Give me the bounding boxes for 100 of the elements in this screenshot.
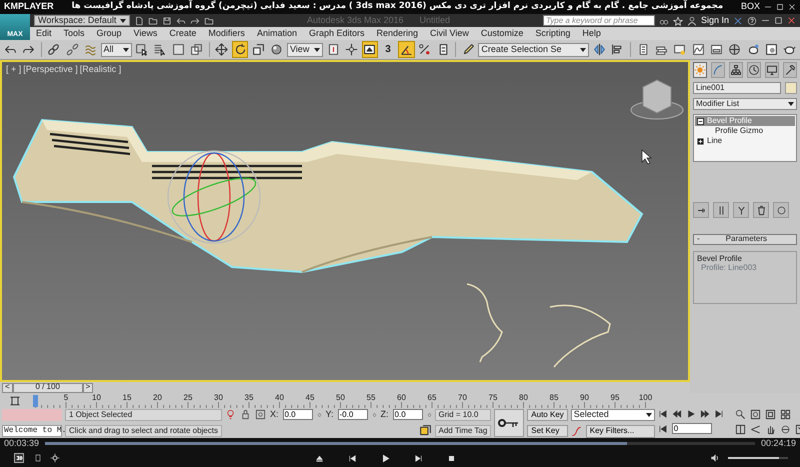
rollout-header[interactable]: - Parameters (693, 234, 797, 245)
menu-item[interactable]: Views (128, 28, 164, 38)
selection-mode-icon[interactable] (254, 409, 266, 420)
move-button[interactable] (214, 41, 230, 58)
snap-toggle-button[interactable]: 3 (380, 41, 396, 58)
toolbar-dropdown[interactable]: All (100, 42, 132, 56)
stop-icon[interactable] (446, 454, 456, 462)
panel-tab[interactable] (747, 62, 761, 78)
menu-item[interactable]: Help (576, 28, 607, 38)
toolbar-dropdown[interactable]: Create Selection Se (478, 42, 590, 56)
project-folder-icon[interactable] (204, 16, 214, 26)
folder-icon[interactable] (148, 16, 158, 26)
seek-bar-track[interactable] (45, 442, 755, 445)
profile-shape-drawing[interactable] (550, 304, 611, 368)
previous-frame-button[interactable]: < (2, 382, 13, 392)
orbit-icon[interactable] (780, 424, 791, 435)
viewport-label[interactable]: [Realistic ] (80, 65, 122, 75)
auto-key-button[interactable]: Auto Key (527, 409, 568, 421)
zoom-extents-all-icon[interactable] (780, 409, 791, 420)
select-object-button[interactable] (134, 41, 150, 58)
modifier-stack-item[interactable]: Profile Gizmo (695, 126, 795, 136)
panel-tab[interactable] (783, 62, 797, 78)
collapse-icon[interactable] (697, 118, 704, 124)
coordinate-field[interactable]: -0.0 (338, 409, 368, 420)
workspace-dropdown[interactable]: Workspace: Default (34, 15, 130, 26)
rectangle-region-button[interactable] (170, 41, 186, 58)
bar-button[interactable] (713, 202, 729, 218)
undo-icon[interactable] (176, 16, 186, 26)
trash-button[interactable] (753, 202, 769, 218)
viewport[interactable]: [ + ] [Perspective ] [Realistic ] (0, 60, 690, 382)
tangent-icon[interactable] (570, 426, 582, 437)
key-mode-toggle-icon[interactable] (658, 424, 668, 434)
search-field[interactable]: Type a keyword or phrase (542, 15, 655, 26)
toolbar-dropdown[interactable]: View (286, 42, 323, 56)
go-to-start-icon[interactable] (658, 409, 668, 419)
next-frame-button[interactable]: > (82, 382, 94, 392)
key-filters-button[interactable]: Key Filters... (586, 424, 655, 438)
three-d-icon[interactable] (12, 452, 26, 464)
coordinate-field[interactable]: 0.0 (282, 409, 312, 420)
keyboard-override-button[interactable] (362, 41, 378, 58)
menu-item[interactable]: Group (90, 28, 128, 38)
time-slider-track[interactable]: < 0 / 100 > (0, 382, 690, 393)
menu-item[interactable]: Animation (250, 28, 303, 38)
expand-icon[interactable] (697, 138, 704, 144)
object-name-field[interactable]: Line001 (693, 82, 781, 94)
modifier-stack-item[interactable]: Line (695, 136, 795, 146)
restore-icon[interactable] (774, 16, 783, 25)
window-crossing-button[interactable] (188, 41, 205, 58)
eject-icon[interactable] (314, 454, 324, 462)
viewcube-icon[interactable] (630, 79, 684, 120)
script-listener-input[interactable]: Welcome to M. (2, 424, 62, 437)
next-icon[interactable] (414, 454, 422, 462)
menu-item[interactable]: Scripting (529, 28, 576, 38)
sign-in-link[interactable]: Sign In (700, 16, 729, 26)
menu-item[interactable]: Graph Editors (302, 28, 370, 38)
zoom-extents-icon[interactable] (764, 409, 776, 420)
profile-shape-drawing[interactable] (466, 283, 503, 362)
menu-item[interactable]: Customize (474, 28, 530, 38)
frame-marker[interactable] (33, 395, 38, 407)
pin-button[interactable] (693, 202, 709, 218)
menu-item[interactable]: Rendering (370, 28, 424, 38)
new-file-icon[interactable] (134, 16, 144, 26)
set-key-button[interactable]: Set Key (527, 425, 568, 437)
key-mode-dropdown[interactable]: Selected (570, 409, 655, 421)
menu-item[interactable]: Modifiers (202, 28, 251, 38)
volume-icon[interactable] (710, 453, 720, 463)
manipulate-button[interactable] (343, 41, 360, 58)
user-icon[interactable] (686, 16, 697, 26)
lock-icon[interactable] (240, 409, 251, 420)
layout-icon[interactable] (734, 424, 746, 435)
time-config-icon[interactable] (8, 395, 22, 407)
bulb-icon[interactable] (224, 409, 236, 420)
menu-item[interactable]: Edit (30, 28, 58, 38)
go-to-end-icon[interactable] (714, 409, 724, 419)
panel-tab[interactable] (765, 62, 779, 78)
previous-icon[interactable] (348, 454, 356, 462)
menu-item[interactable]: Tools (58, 28, 91, 38)
y-button[interactable] (733, 202, 749, 218)
redo-icon[interactable] (190, 16, 200, 26)
panel-tab[interactable] (693, 62, 707, 78)
maximize-icon[interactable] (776, 2, 784, 11)
viewport-label[interactable]: [Perspective ] (23, 65, 78, 75)
mirror-button[interactable] (591, 41, 608, 58)
rotate-button[interactable] (232, 41, 248, 58)
coordinate-field[interactable]: 0.0 (392, 409, 423, 420)
settings-icon[interactable] (50, 453, 60, 463)
menu-item[interactable]: Create (163, 28, 202, 38)
dial-button[interactable] (773, 202, 789, 218)
close-icon[interactable] (788, 2, 796, 11)
modifier-list-dropdown[interactable]: Modifier List (693, 98, 797, 110)
scale-button[interactable] (250, 41, 267, 58)
time-tag-icon[interactable] (418, 424, 432, 437)
phone-icon[interactable] (34, 453, 42, 463)
viewport-label[interactable]: [ + ] (6, 65, 22, 75)
panel-tab[interactable] (729, 62, 743, 78)
selected-model-drawing[interactable] (12, 118, 644, 273)
frame-field[interactable]: 0 (672, 423, 712, 434)
rotate-gizmo-drawing[interactable] (167, 150, 261, 244)
time-slider-thumb[interactable]: 0 / 100 (12, 382, 83, 392)
angle-snap-button[interactable] (398, 41, 415, 58)
